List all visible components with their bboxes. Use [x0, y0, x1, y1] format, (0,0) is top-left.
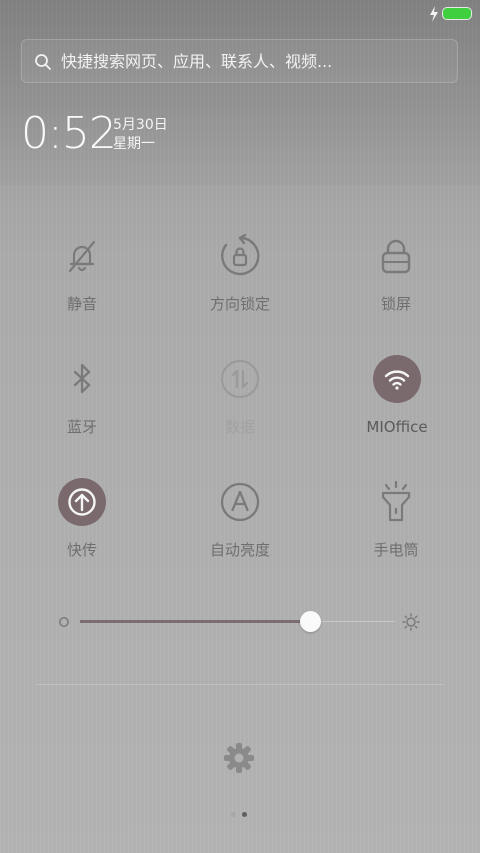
search-bar[interactable]: 快捷搜索网页、应用、联系人、视频... [21, 39, 458, 83]
status-bar [0, 0, 480, 28]
lock-icon [381, 239, 411, 274]
toggle-auto-brightness-circle [216, 478, 264, 526]
toggle-quick-transfer[interactable]: 快传 [2, 478, 162, 560]
quick-transfer-icon [68, 488, 96, 516]
divider [36, 684, 444, 685]
clock-time[interactable]: 0:52 [21, 108, 117, 160]
toggle-transfer-circle [58, 478, 106, 526]
brightness-track-filled [80, 620, 310, 623]
toggle-silent-label: 静音 [66, 295, 97, 313]
flashlight-icon [381, 480, 411, 522]
brightness-handle[interactable] [300, 611, 321, 632]
page-dot-active[interactable] [242, 812, 247, 817]
toggle-silent-circle [58, 232, 106, 280]
page-dot[interactable] [231, 812, 236, 817]
toggle-flashlight-circle [372, 478, 420, 526]
brightness-low-icon [59, 617, 69, 627]
toggle-bluetooth[interactable]: 蓝牙 [2, 355, 162, 437]
toggle-transfer-label: 快传 [66, 541, 97, 559]
charging-bolt-icon [430, 6, 438, 22]
toggle-auto-brightness-label: 自动亮度 [209, 541, 270, 559]
rotation-lock-icon [221, 234, 260, 276]
toggle-wifi[interactable]: MIOffice [317, 355, 477, 437]
toggle-bluetooth-label: 蓝牙 [66, 418, 97, 436]
brightness-high-icon [402, 613, 420, 631]
toggle-rotation-label: 方向锁定 [209, 295, 270, 313]
toggle-lock-screen[interactable]: 锁屏 [316, 232, 476, 314]
bluetooth-icon [73, 363, 91, 394]
gear-icon[interactable] [222, 741, 256, 775]
mobile-data-icon [220, 359, 260, 399]
toggle-silent[interactable]: 静音 [2, 232, 162, 314]
weekday-text: 星期一 [113, 136, 155, 152]
page-indicator [230, 811, 250, 819]
toggle-rotation-lock[interactable]: 方向锁定 [160, 232, 320, 314]
brightness-track-empty [310, 621, 395, 622]
brightness-slider[interactable] [56, 608, 426, 636]
toggle-bluetooth-circle [58, 355, 106, 403]
toggle-mobile-data[interactable]: 数据 [160, 355, 320, 437]
toggle-rotation-circle [216, 232, 264, 280]
toggle-flashlight[interactable]: 手电筒 [316, 478, 476, 560]
clock-date[interactable]: 5月30日 星期一 [113, 116, 168, 154]
date-text: 5月30日 [113, 117, 168, 133]
toggle-wifi-label: MIOffice [366, 418, 428, 436]
auto-brightness-icon [220, 482, 260, 522]
toggle-lock-circle [372, 232, 420, 280]
search-icon [35, 54, 51, 70]
toggle-flashlight-label: 手电筒 [373, 541, 419, 559]
toggle-data-label: 数据 [224, 418, 255, 436]
toggle-data-circle [216, 355, 264, 403]
wifi-icon [384, 370, 410, 390]
toggle-wifi-circle [373, 355, 421, 403]
toggle-auto-brightness[interactable]: 自动亮度 [160, 478, 320, 560]
toggle-lock-label: 锁屏 [380, 295, 411, 313]
bell-off-icon [68, 240, 96, 273]
battery-full-icon [442, 7, 472, 20]
search-input[interactable]: 快捷搜索网页、应用、联系人、视频... [61, 40, 332, 84]
